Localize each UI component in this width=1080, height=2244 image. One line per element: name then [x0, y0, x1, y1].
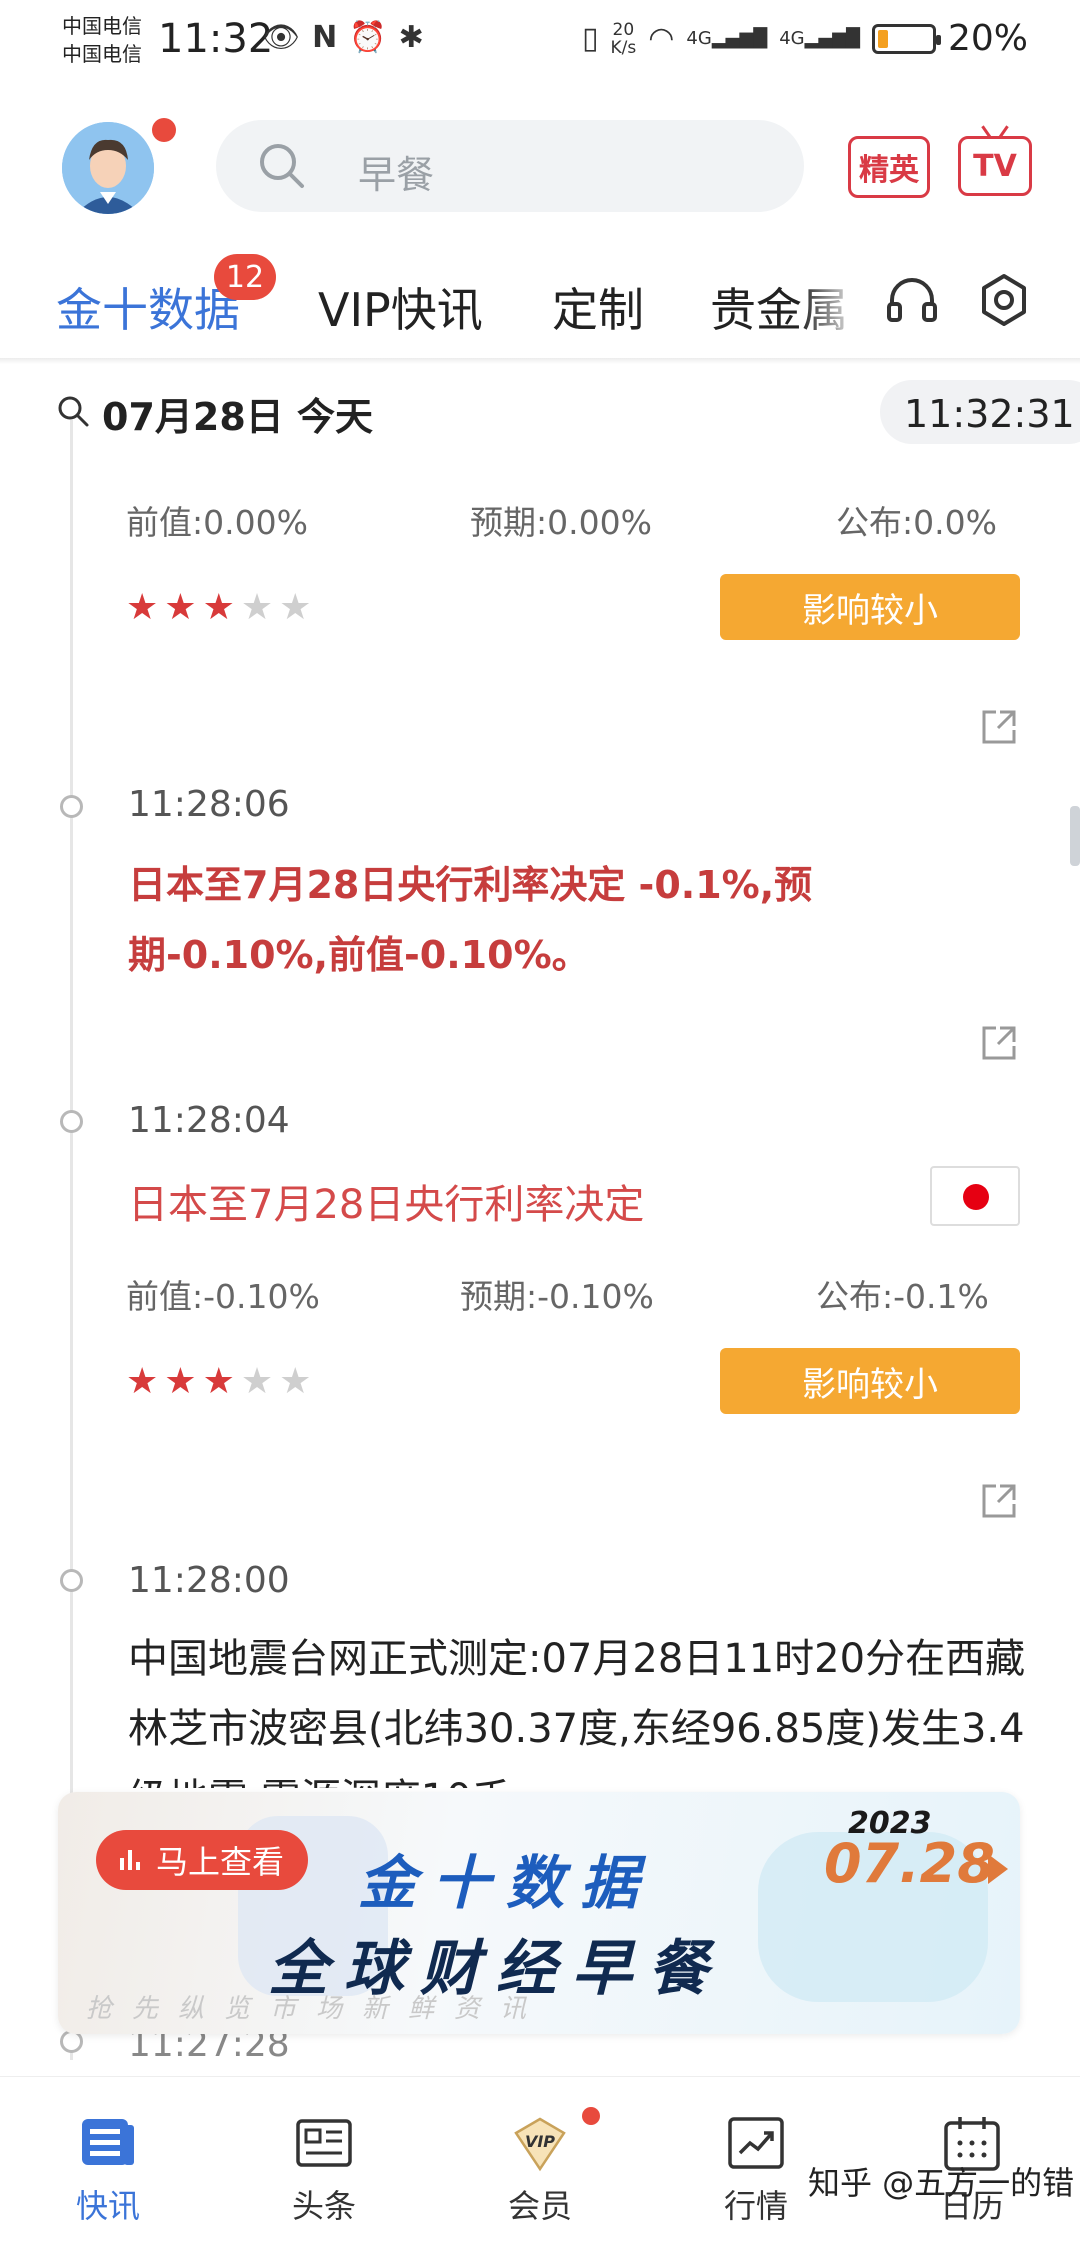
importance-stars: ★ ★ ★ ★ ★ — [126, 590, 311, 626]
settings-icon[interactable] — [976, 272, 1032, 328]
signal-icon-2: 4G▂▄▆█ — [779, 28, 860, 49]
svg-text:VIP: VIP — [525, 2132, 555, 2151]
share-icon[interactable] — [978, 1480, 1020, 1522]
user-avatar[interactable] — [62, 122, 154, 214]
status-time: 11:32 — [158, 16, 274, 62]
news-time: 11:28:00 — [128, 1560, 290, 1601]
data-release-title[interactable]: 日本至7月28日央行利率决定 — [128, 1172, 644, 1230]
impact-badge[interactable]: 影响较小 — [720, 1348, 1020, 1414]
view-now-button[interactable]: 马上查看 — [96, 1830, 309, 1890]
market-chart-icon — [728, 2117, 784, 2169]
breakfast-banner[interactable]: 马上查看 金十数据 全球财经早餐 2023 07.28 抢先纵览市场新鲜资讯 — [58, 1792, 1020, 2034]
previous-value: 前值:-0.10% — [126, 1277, 320, 1316]
battery-percent: 20% — [947, 18, 1028, 59]
nav-news-flash[interactable]: 快讯 — [0, 2077, 216, 2244]
elite-button[interactable]: 精英 — [848, 136, 930, 198]
date-label[interactable]: 07月28日 今天 — [102, 386, 373, 441]
headset-icon[interactable] — [884, 272, 940, 328]
share-icon[interactable] — [978, 1022, 1020, 1064]
vibrate-icon: ▯ — [581, 21, 599, 56]
carrier-2: 中国电信 — [62, 42, 142, 66]
star-filled-icon: ★ — [202, 587, 235, 628]
previous-value: 前值:0.00% — [126, 503, 308, 542]
forecast-value: 预期:-0.10% — [460, 1277, 654, 1316]
star-filled-icon: ★ — [126, 587, 159, 628]
wifi-icon: ◠ — [648, 21, 675, 56]
share-icon[interactable] — [978, 706, 1020, 748]
timeline-dot — [60, 1110, 83, 1133]
vip-icon: VIP — [514, 2117, 566, 2172]
avatar-icon — [62, 122, 154, 214]
tab-fade — [800, 270, 860, 340]
date-search-icon[interactable] — [56, 394, 90, 428]
net-speed: 20 K/s — [610, 19, 637, 58]
view-now-label: 马上查看 — [156, 1843, 285, 1881]
news-body[interactable]: 中国地震台网正式测定:07月28日11时20分在西藏林芝市波密县(北纬30.37… — [128, 1624, 1028, 1788]
star-empty-icon: ★ — [240, 587, 274, 628]
actual-value: 公布:-0.1% — [816, 1277, 989, 1316]
timeline-dot — [60, 795, 83, 818]
banner-title: 金十数据 — [358, 1849, 655, 1917]
status-bar: 中国电信 中国电信 11:32 👁 N ⏰ ✱ ▯ 20 K/s ◠ 4G▂▄▆… — [0, 0, 1080, 82]
clock-text: 11:32:31 — [904, 392, 1075, 436]
signal-icon-1: 4G▂▄▆█ — [686, 28, 768, 49]
tab-vip-flash[interactable]: VIP快讯 — [318, 274, 483, 340]
search-bar[interactable]: 早餐 — [216, 120, 804, 212]
date-bar: 07月28日 今天 11:32:31 — [0, 364, 1080, 464]
eye-icon: 👁 — [262, 20, 301, 55]
nfc-icon: N — [312, 20, 338, 55]
impact-badge[interactable]: 影响较小 — [720, 574, 1020, 640]
nav-headlines[interactable]: 头条 — [216, 2077, 432, 2244]
clock-pill: 11:32:31 — [880, 380, 1080, 444]
tab-custom[interactable]: 定制 — [552, 274, 644, 340]
star-empty-icon: ★ — [279, 1361, 312, 1402]
watermark: 知乎 @五方一的错 — [808, 2164, 1075, 2202]
news-time: 11:28:04 — [128, 1100, 290, 1141]
actual-value: 公布:0.0% — [836, 503, 997, 542]
carrier-1: 中国电信 — [62, 14, 142, 38]
alarm-icon: ⏰ — [349, 20, 387, 55]
timeline-dot — [60, 1569, 83, 1592]
banner-date: 07.28 — [824, 1832, 995, 1895]
nav-membership[interactable]: VIP 会员 — [432, 2077, 648, 2244]
search-icon — [260, 144, 304, 188]
forecast-value: 预期:0.00% — [470, 503, 652, 542]
notification-dot — [152, 118, 176, 142]
status-notification-icons: 👁 N ⏰ ✱ — [262, 20, 424, 55]
star-filled-icon: ★ — [164, 1361, 197, 1402]
bluetooth-icon: ✱ — [398, 20, 424, 55]
star-empty-icon: ★ — [279, 587, 312, 628]
news-time: 11:28:06 — [128, 784, 290, 825]
play-arrow-icon — [988, 1854, 1008, 1884]
status-system-icons: ▯ 20 K/s ◠ 4G▂▄▆█ 4G▂▄▆█ 20% — [582, 18, 1028, 59]
nav-label: 头条 — [291, 2187, 356, 2225]
nav-label: 快讯 — [75, 2187, 140, 2225]
news-headline[interactable]: 日本至7月28日央行利率决定 -0.1%,预期-0.10%,前值-0.10%。 — [128, 850, 958, 990]
nav-label: 会员 — [507, 2187, 572, 2225]
tab-badge: 12 — [214, 254, 276, 300]
japan-flag-icon — [930, 1166, 1020, 1226]
scrollbar-thumb[interactable] — [1070, 806, 1080, 866]
star-filled-icon: ★ — [202, 1361, 235, 1402]
bar-chart-icon — [120, 1850, 140, 1870]
tv-button[interactable]: TV — [958, 136, 1032, 196]
star-filled-icon: ★ — [126, 1361, 159, 1402]
news-flash-icon — [82, 2119, 134, 2165]
search-placeholder: 早餐 — [358, 153, 435, 197]
star-filled-icon: ★ — [164, 587, 197, 628]
importance-stars: ★ ★ ★ ★ ★ — [126, 1364, 311, 1400]
carrier-info: 中国电信 中国电信 — [62, 12, 142, 68]
headline-icon — [296, 2119, 352, 2167]
star-empty-icon: ★ — [240, 1361, 274, 1402]
tab-jinshi-data[interactable]: 金十数据 — [56, 274, 240, 340]
notification-dot — [582, 2107, 600, 2125]
battery-icon — [871, 23, 941, 54]
banner-slogan: 抢先纵览市场新鲜资讯 — [86, 1994, 547, 2024]
